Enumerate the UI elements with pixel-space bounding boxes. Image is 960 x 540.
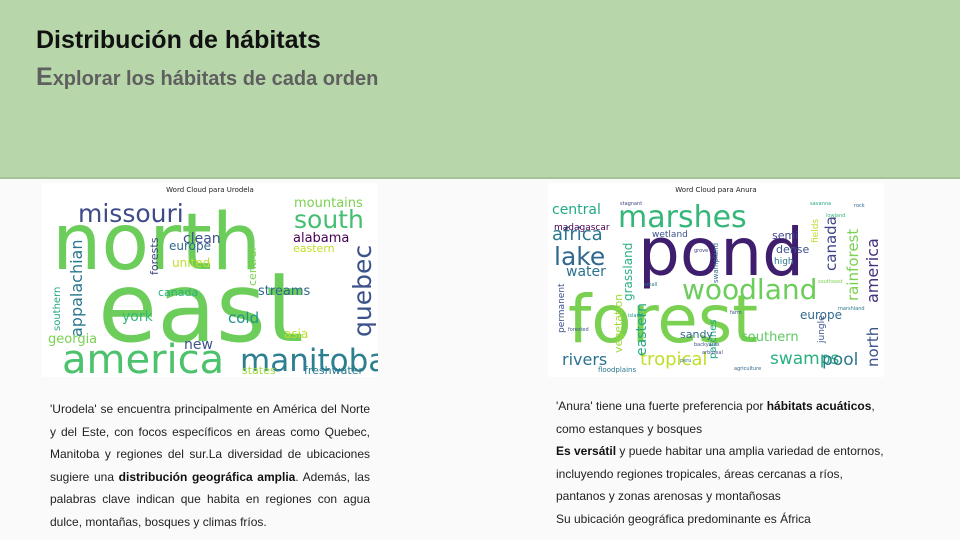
cloud-word: united — [172, 256, 210, 270]
cloud-word: lowland — [826, 213, 845, 219]
slide-title: Distribución de hábitats — [36, 26, 321, 54]
cloud-word: freshwater — [304, 364, 363, 377]
cloud-word: sandy — [680, 328, 713, 341]
cloud-word: states — [242, 364, 276, 377]
cloud-word: high — [774, 257, 794, 267]
anura-cloud-svg: pond forest marshes woodland lake africa… — [552, 200, 882, 374]
cloud-word: arboreal — [702, 350, 723, 356]
anura-line-3: Su ubicación geográfica predominante es … — [556, 511, 811, 526]
cloud-word: forested — [568, 327, 589, 333]
cloud-word: woodland — [682, 273, 817, 306]
cloud-word: southeast — [818, 279, 843, 285]
subtitle-text: xplorar los hábitats de cada orden — [52, 68, 379, 90]
cloud-word: fields — [811, 219, 821, 243]
cloud-word: grassland — [621, 243, 635, 301]
cloud-word: asia — [284, 327, 308, 341]
cloud-word: southern — [741, 330, 799, 345]
cloud-word: rainforest — [844, 229, 862, 301]
cloud-word: marshland — [838, 306, 865, 312]
cloud-word: grove — [694, 248, 708, 254]
anura-line-1: 'Anura' tiene una fuerte preferencia por… — [556, 395, 886, 440]
anura-text-3-bold: Es versátil — [556, 444, 617, 458]
cloud-word: quebec — [348, 245, 377, 337]
cloud-word: eastern — [634, 303, 650, 356]
cloud-word: europe — [169, 239, 211, 253]
anura-description: 'Anura' tiene una fuerte preferencia por… — [556, 395, 886, 530]
cloud-word: permanent — [557, 283, 567, 333]
cloud-word: north — [864, 327, 882, 367]
slide-header: Distribución de hábitats Explorar los há… — [0, 0, 960, 179]
cloud-word: central — [552, 202, 601, 218]
cloud-word: georgia — [48, 332, 97, 347]
cloud-word: new — [184, 337, 213, 353]
anura-text-1: 'Anura' tiene una fuerte preferencia por — [556, 399, 767, 413]
subtitle-initial: E — [36, 63, 53, 91]
cloud-word: appalachian — [67, 240, 86, 338]
cloud-word: southern — [52, 287, 63, 331]
cloud-word: semi — [772, 229, 798, 242]
cloud-word: farm — [730, 310, 742, 316]
cloud-word: backyards — [694, 342, 720, 348]
cloud-word: stagnant — [620, 201, 642, 207]
cloud-word: tropical — [640, 349, 707, 370]
urodela-text-bold: distribución geográfica amplia — [118, 469, 296, 484]
cloud-word: madagascar — [554, 223, 610, 233]
cloud-word: dense — [776, 243, 809, 256]
cloud-word: eastern — [293, 242, 335, 255]
cloud-word: cold — [228, 309, 259, 327]
cloud-word: peru — [680, 358, 691, 364]
cloud-word: streams — [258, 284, 311, 299]
cloud-word: forests — [148, 237, 161, 275]
cloud-word: mountains — [294, 196, 363, 211]
cloud-word: jungle — [817, 315, 827, 344]
cloud-word: central — [246, 248, 259, 286]
cloud-word: agriculture — [734, 366, 761, 372]
cloud-word: vegetation — [612, 294, 625, 353]
cloud-word: island — [628, 313, 643, 319]
urodela-description: 'Urodela' se encuentra principalmente en… — [50, 398, 370, 533]
anura-word-cloud: Word Cloud para Anura pond forest marshe… — [548, 183, 884, 377]
cloud-word: pool — [822, 350, 858, 370]
cloud-word: rock — [854, 203, 865, 209]
cloud-word: canada — [822, 216, 840, 271]
urodela-word-cloud: Word Cloud para Urodela north east ameri… — [42, 183, 378, 377]
cloud-word: savanna — [810, 201, 831, 207]
anura-text-bold-1: hábitats acuáticos — [766, 399, 872, 413]
anura-line-2: Es versátil y puede habitar una amplia v… — [556, 440, 886, 508]
slide-subtitle: Explorar los hábitats de cada orden — [36, 63, 378, 92]
cloud-word: america — [863, 238, 882, 303]
cloud-word: missouri — [78, 199, 184, 228]
cloud-word: swampland — [712, 243, 720, 283]
cloud-word: york — [122, 309, 154, 325]
cloud-word: small — [644, 282, 657, 288]
cloud-word: canada — [158, 286, 198, 299]
cloud-word: wetland — [652, 230, 688, 240]
cloud-word: water — [566, 264, 606, 280]
urodela-cloud-svg: north east america manitoba missouri sou… — [48, 196, 378, 377]
cloud-word: floodplains — [598, 366, 636, 374]
